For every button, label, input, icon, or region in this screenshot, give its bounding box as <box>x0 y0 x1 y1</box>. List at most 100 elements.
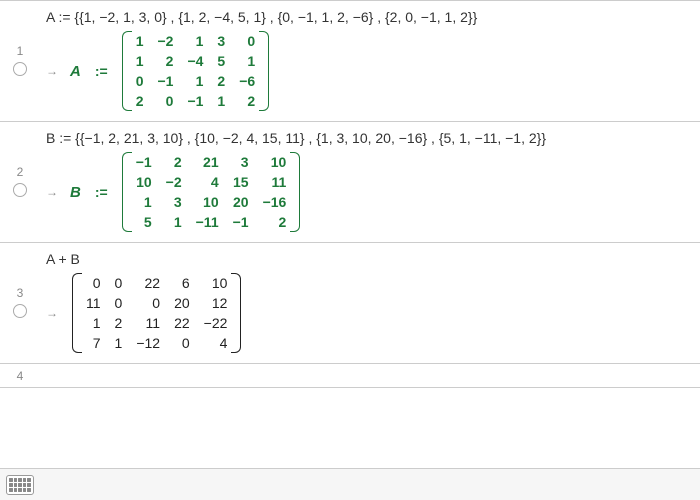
matrix-cell: −6 <box>239 73 255 89</box>
visibility-toggle[interactable] <box>13 183 27 197</box>
matrix-cell: −4 <box>187 53 203 69</box>
matrix-cell: 4 <box>196 174 219 190</box>
matrix-cell: 12 <box>204 295 228 311</box>
output-lhs: B <box>70 184 81 201</box>
paren-left-icon <box>70 271 82 355</box>
row-index: 2 <box>17 165 24 179</box>
matrix-cell: 1 <box>86 315 101 331</box>
paren-left-icon <box>120 150 132 234</box>
row-gutter: 2 <box>0 126 40 236</box>
row-gutter: 1 <box>0 5 40 115</box>
row-index: 1 <box>17 44 24 58</box>
matrix-cell: −1 <box>187 93 203 109</box>
algebra-rows: 1 A := {{1, −2, 1, 3, 0} , {1, 2, −4, 5, … <box>0 0 700 388</box>
matrix-cell: 1 <box>217 93 225 109</box>
matrix-cell: 2 <box>136 93 144 109</box>
matrix-cell: 5 <box>136 214 152 230</box>
matrix-cell: 1 <box>239 53 255 69</box>
row-cell <box>40 364 700 387</box>
matrix-cell: −2 <box>157 33 173 49</box>
matrix-cell: 6 <box>174 275 190 291</box>
matrix-cell: −11 <box>196 214 219 230</box>
output-arrow-icon: → <box>46 64 58 78</box>
output-arrow-icon: → <box>46 185 58 199</box>
paren-left-icon <box>120 29 132 113</box>
matrix-cell: −1 <box>233 214 249 230</box>
algebra-row[interactable]: 2 B := {{−1, 2, 21, 3, 10} , {10, −2, 4, … <box>0 121 700 242</box>
matrix: −122131010−241511131020−1651−11−12 <box>120 150 303 234</box>
output-expression: →A:=1−213012−4510−112−620−112 <box>46 29 694 113</box>
matrix-cell: 7 <box>86 335 101 351</box>
input-expression[interactable]: A + B <box>46 251 694 267</box>
visibility-toggle[interactable] <box>13 304 27 318</box>
matrix-cell: 3 <box>166 194 182 210</box>
visibility-toggle[interactable] <box>13 62 27 76</box>
matrix-grid: 002261011002012121122−2271−1204 <box>82 271 231 355</box>
matrix-cell: −2 <box>166 174 182 190</box>
output-arrow-icon: → <box>46 306 58 320</box>
matrix-cell: 10 <box>136 174 152 190</box>
matrix-cell: 21 <box>196 154 219 170</box>
matrix-cell: −1 <box>157 73 173 89</box>
matrix-cell: 11 <box>263 174 287 190</box>
output-lhs: A <box>70 63 81 80</box>
matrix-cell: 3 <box>217 33 225 49</box>
output-expression: →B:=−122131010−241511131020−1651−11−12 <box>46 150 694 234</box>
algebra-row[interactable]: 3A + B→002261011002012121122−2271−1204 <box>0 242 700 363</box>
row-index: 3 <box>17 286 24 300</box>
matrix-cell: 2 <box>166 154 182 170</box>
footer-bar <box>0 468 700 500</box>
matrix-cell: 0 <box>115 275 123 291</box>
matrix-cell: 5 <box>217 53 225 69</box>
matrix-cell: 2 <box>263 214 287 230</box>
output-expression: →002261011002012121122−2271−1204 <box>46 271 694 355</box>
matrix-cell: 3 <box>233 154 249 170</box>
matrix-cell: 11 <box>136 315 160 331</box>
matrix-cell: 22 <box>174 315 190 331</box>
matrix-cell: 1 <box>187 73 203 89</box>
matrix-cell: 20 <box>174 295 190 311</box>
matrix-cell: 2 <box>115 315 123 331</box>
row-cell: A := {{1, −2, 1, 3, 0} , {1, 2, −4, 5, 1… <box>40 5 700 115</box>
row-index: 4 <box>17 369 24 383</box>
matrix-cell: 10 <box>204 275 228 291</box>
matrix-cell: 0 <box>136 295 160 311</box>
matrix-cell: 1 <box>136 33 144 49</box>
row-gutter: 3 <box>0 247 40 357</box>
matrix-cell: 2 <box>157 53 173 69</box>
paren-right-icon <box>290 150 302 234</box>
matrix-cell: −1 <box>136 154 152 170</box>
matrix-cell: 0 <box>174 335 190 351</box>
paren-right-icon <box>259 29 271 113</box>
input-expression[interactable]: A := {{1, −2, 1, 3, 0} , {1, 2, −4, 5, 1… <box>46 9 694 25</box>
matrix-cell: 20 <box>233 194 249 210</box>
row-gutter: 4 <box>0 364 40 387</box>
matrix-cell: −16 <box>263 194 287 210</box>
assign-symbol: := <box>95 63 108 79</box>
algebra-row[interactable]: 1 A := {{1, −2, 1, 3, 0} , {1, 2, −4, 5, … <box>0 0 700 121</box>
matrix-cell: 0 <box>115 295 123 311</box>
matrix-cell: 15 <box>233 174 249 190</box>
algebra-row[interactable]: 4 <box>0 363 700 387</box>
matrix-cell: 1 <box>187 33 203 49</box>
keyboard-icon[interactable] <box>6 475 34 495</box>
matrix-cell: 2 <box>239 93 255 109</box>
matrix-cell: 22 <box>136 275 160 291</box>
row-cell: B := {{−1, 2, 21, 3, 10} , {10, −2, 4, 1… <box>40 126 700 236</box>
matrix-cell: 0 <box>157 93 173 109</box>
matrix-grid: −122131010−241511131020−1651−11−12 <box>132 150 291 234</box>
matrix-cell: 0 <box>86 275 101 291</box>
matrix-cell: 10 <box>196 194 219 210</box>
matrix-cell: 1 <box>136 53 144 69</box>
matrix-cell: 1 <box>136 194 152 210</box>
matrix-cell: 1 <box>115 335 123 351</box>
paren-right-icon <box>231 271 243 355</box>
assign-symbol: := <box>95 184 108 200</box>
matrix-grid: 1−213012−4510−112−620−112 <box>132 29 260 113</box>
matrix: 1−213012−4510−112−620−112 <box>120 29 272 113</box>
input-expression[interactable]: B := {{−1, 2, 21, 3, 10} , {10, −2, 4, 1… <box>46 130 694 146</box>
matrix-cell: −22 <box>204 315 228 331</box>
matrix: 002261011002012121122−2271−1204 <box>70 271 243 355</box>
matrix-cell: 0 <box>239 33 255 49</box>
matrix-cell: 10 <box>263 154 287 170</box>
